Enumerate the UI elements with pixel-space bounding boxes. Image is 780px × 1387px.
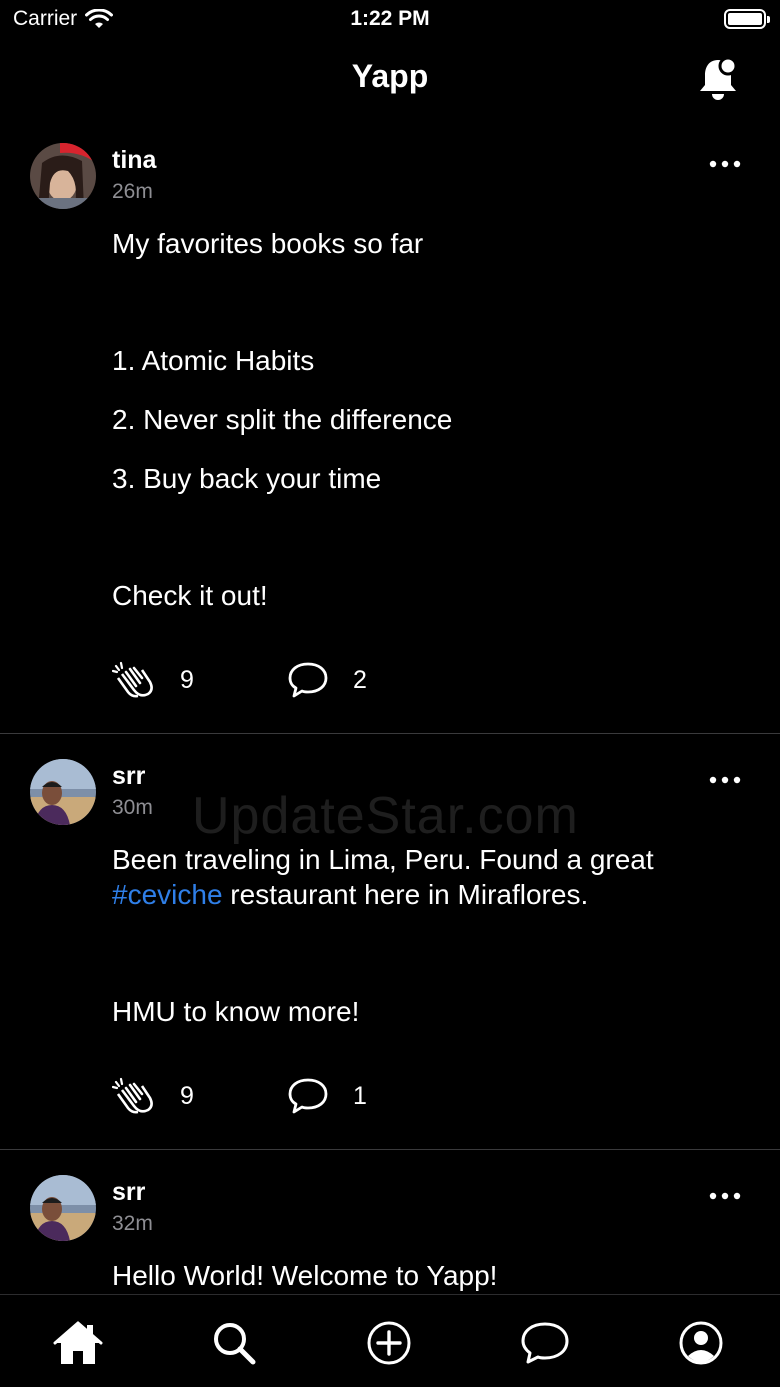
post-username[interactable]: srr xyxy=(112,762,145,791)
add-circle-icon xyxy=(367,1321,411,1365)
post-text: Hello World! Welcome to Yapp! xyxy=(112,1258,732,1293)
comment-count: 1 xyxy=(353,1081,367,1110)
tab-profile[interactable] xyxy=(675,1317,727,1369)
avatar[interactable] xyxy=(30,143,96,209)
post-text-line: #ceviche restaurant here in Miraflores. xyxy=(112,877,732,912)
post-text-line: Check it out! xyxy=(112,580,268,611)
post-text-line: 2. Never split the difference xyxy=(112,404,453,435)
clap-count: 9 xyxy=(180,1081,194,1110)
post-username[interactable]: srr xyxy=(112,1178,145,1207)
post-timestamp: 30m xyxy=(112,796,153,819)
post-card: tina 26m My favorites books so far 1. At… xyxy=(0,118,780,734)
more-options-icon[interactable] xyxy=(708,774,742,786)
tab-messages[interactable] xyxy=(519,1317,571,1369)
status-bar: Carrier 1:22 PM xyxy=(0,0,780,42)
post-text-line: Been traveling in Lima, Peru. Found a gr… xyxy=(112,844,654,875)
home-icon xyxy=(53,1321,103,1364)
status-time: 1:22 PM xyxy=(350,7,430,30)
chat-bubble-icon xyxy=(521,1322,569,1364)
comment-icon xyxy=(288,1078,328,1114)
search-icon xyxy=(214,1323,256,1365)
post-username[interactable]: tina xyxy=(112,146,156,175)
post-card: srr 32m Hello World! Welcome to Yapp! xyxy=(0,1150,780,1294)
post-text: My favorites books so far 1. Atomic Habi… xyxy=(112,226,732,613)
tab-search[interactable] xyxy=(208,1317,260,1369)
tab-create[interactable] xyxy=(363,1317,415,1369)
clap-icon xyxy=(112,661,153,698)
battery-icon xyxy=(724,9,770,29)
tab-bar xyxy=(0,1294,780,1387)
post-text-line: My favorites books so far xyxy=(112,228,424,259)
nav-bar: Yapp xyxy=(0,42,780,118)
more-options-icon[interactable] xyxy=(708,1190,742,1202)
post-text-line: 1. Atomic Habits xyxy=(112,345,315,376)
post-timestamp: 32m xyxy=(112,1212,153,1235)
post-text-line: HMU to know more! xyxy=(112,996,360,1027)
post-text-line: Hello World! Welcome to Yapp! xyxy=(112,1260,498,1291)
avatar[interactable] xyxy=(30,759,96,825)
post-text: Been traveling in Lima, Peru. Found a gr… xyxy=(112,842,732,1029)
avatar[interactable] xyxy=(30,1175,96,1241)
clap-count: 9 xyxy=(180,665,194,694)
comment-button[interactable]: 2 xyxy=(287,661,367,699)
clap-icon xyxy=(112,1077,153,1114)
comment-icon xyxy=(288,662,328,698)
post-actions: 9 1 xyxy=(112,1074,367,1118)
comment-count: 2 xyxy=(353,665,367,694)
post-actions: 9 2 xyxy=(112,658,367,702)
feed[interactable]: tina 26m My favorites books so far 1. At… xyxy=(0,118,780,1294)
hashtag-link[interactable]: #ceviche xyxy=(112,879,223,910)
post-text-line: 3. Buy back your time xyxy=(112,463,382,494)
clap-button[interactable]: 9 xyxy=(112,660,287,700)
tab-home[interactable] xyxy=(52,1317,104,1369)
clap-button[interactable]: 9 xyxy=(112,1076,287,1116)
app-title: Yapp xyxy=(351,58,429,94)
post-timestamp: 26m xyxy=(112,180,153,203)
watermark: UpdateStar.com xyxy=(192,787,579,845)
profile-icon xyxy=(679,1321,723,1365)
comment-button[interactable]: 1 xyxy=(287,1077,367,1115)
more-options-icon[interactable] xyxy=(708,158,742,170)
notification-bell-icon[interactable] xyxy=(696,56,740,102)
post-text-fragment: restaurant here in Miraflores. xyxy=(222,879,589,910)
